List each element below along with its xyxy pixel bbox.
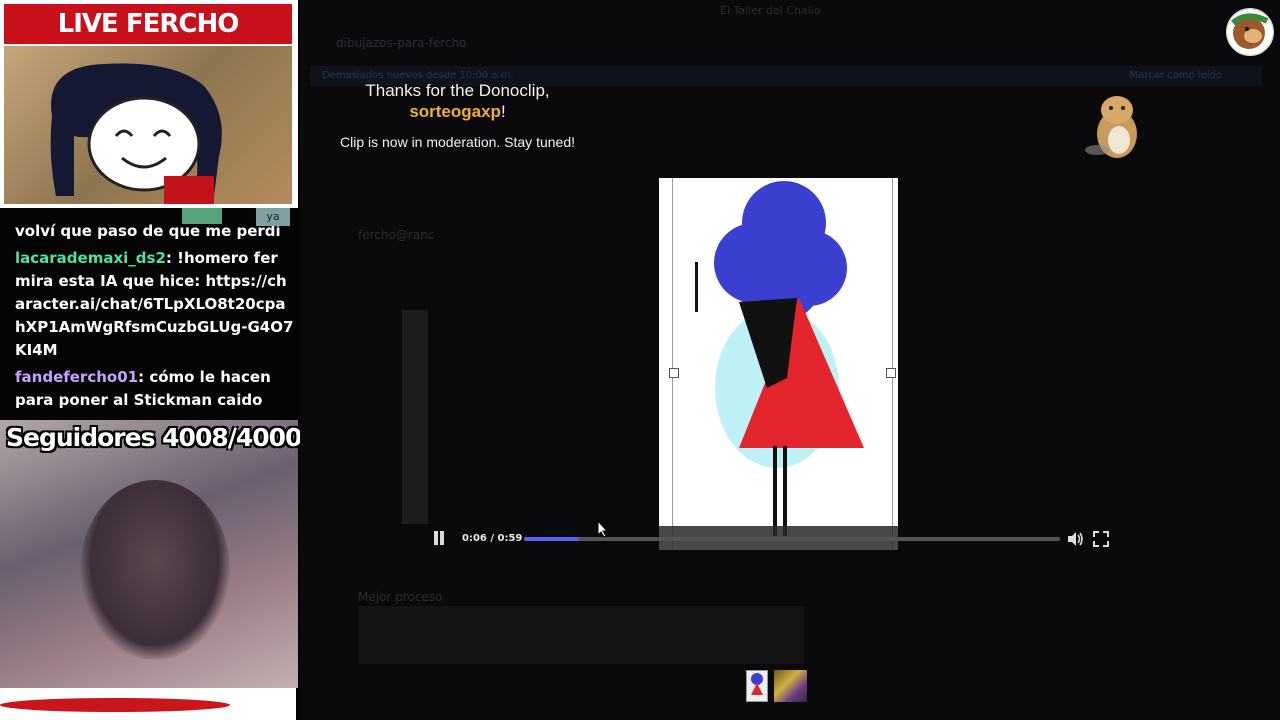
hamster-sticker (1085, 96, 1137, 158)
volume-icon[interactable] (1066, 530, 1084, 548)
message-text: Mejor proceso (358, 590, 443, 604)
chat-panel: ya volví que paso de que me perdí lacara… (0, 208, 300, 420)
playback-time: 0:06 / 0:59 (462, 533, 523, 544)
stickman-thumbnail-image (751, 673, 763, 695)
player-controls: 0:06 / 0:59 (430, 528, 1120, 550)
progress-fill (524, 537, 579, 541)
crop-edge-left (672, 178, 673, 550)
top-webcam-frame: LIVE FERCHO REACTION (0, 0, 298, 208)
resize-handle-left[interactable] (669, 368, 679, 378)
image-attachment (358, 606, 804, 664)
chat-message: volví que paso de que me perdí (15, 220, 296, 243)
resize-handle-right[interactable] (886, 368, 896, 378)
fullscreen-icon[interactable] (1092, 530, 1110, 548)
chat-message-text: volví que paso de que me perdí (15, 222, 281, 240)
alert-thanks-text: Thanks for the Donoclip, (365, 81, 550, 100)
red-shape (0, 698, 230, 712)
live-banner: LIVE FERCHO REACTION (4, 4, 292, 79)
chat-username[interactable]: fandefercho01 (15, 368, 138, 386)
ya-badge: ya (256, 208, 290, 226)
pause-icon-bar (440, 531, 444, 545)
avatar-image (1227, 9, 1273, 55)
mark-read-link[interactable]: Marcar como leído (1130, 66, 1222, 86)
chat-message: lacarademaxi_ds2: !homero fer mira esta … (15, 249, 294, 359)
stream-overlay-column: LIVE FERCHO REACTION ya volví que paso d… (0, 0, 300, 720)
cartoon-avatar-overlay (50, 63, 222, 204)
followers-counter: Seguidores 4008/4000 (6, 423, 300, 452)
message-author: fercho@ranc (358, 228, 435, 242)
webcam-person (80, 480, 230, 660)
chat-username[interactable]: lacarademaxi_ds2 (15, 249, 166, 267)
window-title: El Taller del Chalio (720, 4, 821, 17)
channel-name[interactable]: dibujazos-para-fercho (336, 36, 467, 50)
stickman-figure (695, 181, 864, 536)
bottom-decor-strip (0, 688, 296, 720)
alert-username: sorteogaxp (409, 102, 501, 121)
pause-icon (434, 531, 438, 545)
donation-alert: Thanks for the Donoclip, sorteogaxp! Cli… (330, 80, 585, 150)
sticker-thumbnail[interactable] (774, 670, 807, 702)
attachment-preview (402, 310, 428, 524)
clip-video[interactable] (659, 178, 898, 550)
chat-emote (182, 208, 222, 224)
avatar[interactable] (1226, 8, 1274, 56)
bottom-webcam-frame: Seguidores 4008/4000 (0, 420, 300, 688)
webcam-feed (4, 46, 292, 204)
alert-moderation-text: Clip is now in moderation. Stay tuned! (339, 134, 575, 150)
crop-edge-right (892, 178, 893, 550)
mouse-cursor-icon (597, 520, 609, 538)
chat-message: fandefercho01: cómo le hacen para poner … (15, 368, 271, 409)
alert-username-line: sorteogaxp! (409, 102, 506, 121)
pause-button[interactable] (432, 531, 446, 545)
stickman-thumbnail[interactable] (746, 670, 768, 702)
